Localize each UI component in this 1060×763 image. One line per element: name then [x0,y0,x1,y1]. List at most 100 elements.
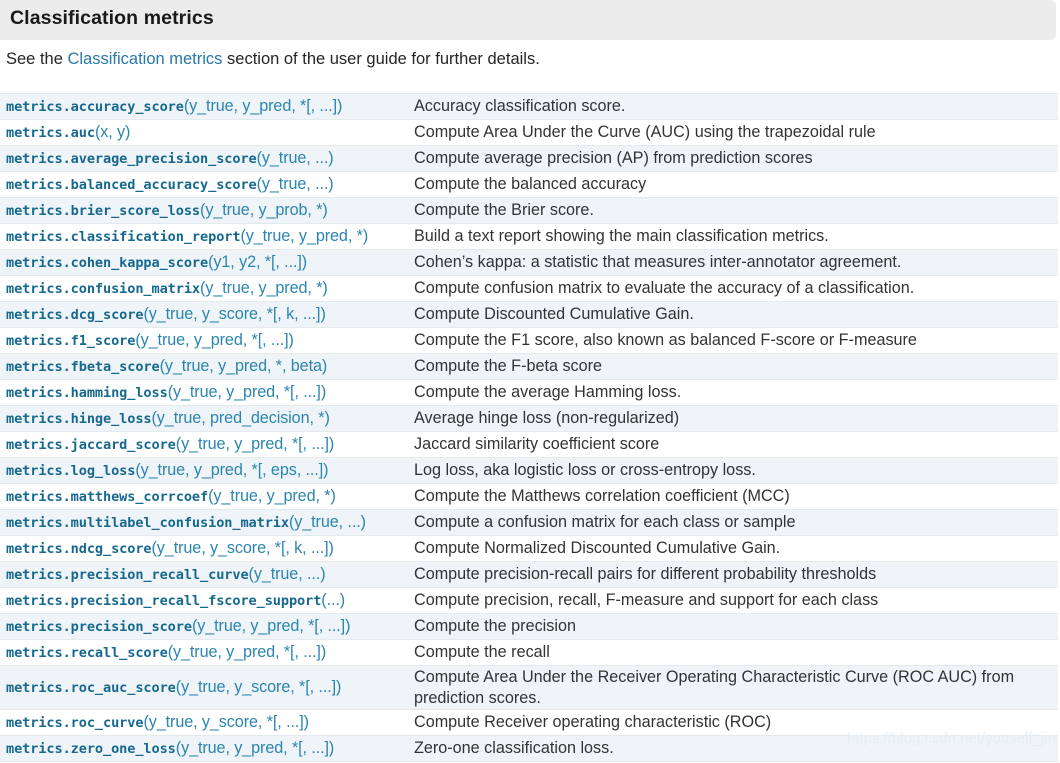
table-row: metrics.ndcg_score(y_true, y_score, *[, … [0,535,1058,562]
page-title: Classification metrics [10,7,214,29]
api-function-args: (y_true, y_score, *[, ...]) [175,678,342,696]
signature-cell: metrics.matthews_corrcoef(y_true, y_pred… [0,483,408,510]
signature-cell: metrics.average_precision_score(y_true, … [0,145,408,172]
api-function-link[interactable]: metrics.matthews_corrcoef [6,489,208,505]
api-function-args: (y_true, y_pred, *, beta) [159,357,328,375]
table-row: metrics.auc(x, y) Compute Area Under the … [0,119,1058,146]
api-function-args: (y_true, y_pred, *) [208,487,336,505]
api-function-link[interactable]: metrics.dcg_score [6,307,144,323]
api-function-link[interactable]: metrics.precision_score [6,619,192,635]
api-table-body: metrics.accuracy_score(y_true, y_pred, *… [0,93,1058,762]
api-function-link[interactable]: metrics.f1_score [6,333,135,349]
table-row: metrics.classification_report(y_true, y_… [0,223,1058,250]
signature-cell: metrics.hamming_loss(y_true, y_pred, *[,… [0,379,408,406]
api-function-link[interactable]: metrics.ndcg_score [6,541,152,557]
table-row: metrics.confusion_matrix(y_true, y_pred,… [0,275,1058,302]
intro-paragraph: See the Classification metrics section o… [6,50,540,69]
description-cell: Compute Area Under the Receiver Operatin… [408,665,1058,710]
description-cell: Compute the Matthews correlation coeffic… [408,483,1058,510]
signature-cell: metrics.recall_score(y_true, y_pred, *[,… [0,639,408,666]
table-row: metrics.precision_score(y_true, y_pred, … [0,613,1058,640]
user-guide-link[interactable]: Classification metrics [67,50,222,68]
api-function-args: (y_true, ...) [256,149,334,167]
api-function-args: (y_true, y_score, *[, ...]) [143,713,309,731]
api-function-args: (y_true, y_pred, *[, ...]) [167,383,327,401]
api-function-link[interactable]: metrics.confusion_matrix [6,281,200,297]
signature-cell: metrics.precision_score(y_true, y_pred, … [0,613,408,640]
api-function-link[interactable]: metrics.log_loss [6,463,135,479]
api-function-link[interactable]: metrics.precision_recall_fscore_support [6,593,321,609]
description-cell: Compute the F-beta score [408,353,1058,380]
api-function-args: (y1, y2, *[, ...]) [208,253,308,271]
table-row: metrics.precision_recall_fscore_support(… [0,587,1058,614]
signature-cell: metrics.fbeta_score(y_true, y_pred, *, b… [0,353,408,380]
api-function-args: (y_true, y_pred, *) [200,279,328,297]
table-row: metrics.roc_auc_score(y_true, y_score, *… [0,665,1058,710]
api-function-link[interactable]: metrics.precision_recall_curve [6,567,249,583]
api-function-args: (y_true, y_pred, *[, ...]) [183,97,343,115]
api-function-args: (y_true, y_prob, *) [200,201,328,219]
description-cell: Compute Receiver operating characteristi… [408,709,1058,736]
description-cell: Compute Normalized Discounted Cumulative… [408,535,1058,562]
description-cell: Compute the recall [408,639,1058,666]
table-row: metrics.recall_score(y_true, y_pred, *[,… [0,639,1058,666]
api-function-link[interactable]: metrics.zero_one_loss [6,741,176,757]
description-cell: Build a text report showing the main cla… [408,223,1058,250]
api-reference-table: metrics.accuracy_score(y_true, y_pred, *… [0,93,1058,762]
signature-cell: metrics.hinge_loss(y_true, pred_decision… [0,405,408,432]
api-function-args: (y_true, y_pred, *[, ...]) [135,331,294,349]
api-function-link[interactable]: metrics.multilabel_confusion_matrix [6,515,289,531]
table-row: metrics.cohen_kappa_score(y1, y2, *[, ..… [0,249,1058,276]
signature-cell: metrics.zero_one_loss(y_true, y_pred, *[… [0,735,408,762]
description-cell: Log loss, aka logistic loss or cross-ent… [408,457,1058,484]
api-function-link[interactable]: metrics.accuracy_score [6,99,184,115]
description-cell: Compute the balanced accuracy [408,171,1058,198]
description-cell: Accuracy classification score. [408,93,1058,120]
signature-cell: metrics.precision_recall_curve(y_true, .… [0,561,408,588]
description-cell: Compute the Brier score. [408,197,1058,224]
api-function-link[interactable]: metrics.fbeta_score [6,359,160,375]
api-function-link[interactable]: metrics.cohen_kappa_score [6,255,208,271]
api-function-args: (x, y) [94,123,131,141]
api-function-args: (y_true, y_pred, *[, ...]) [167,643,327,661]
signature-cell: metrics.roc_curve(y_true, y_score, *[, .… [0,709,408,736]
signature-cell: metrics.log_loss(y_true, y_pred, *[, eps… [0,457,408,484]
api-function-link[interactable]: metrics.average_precision_score [6,151,257,167]
api-function-link[interactable]: metrics.brier_score_loss [6,203,200,219]
api-function-link[interactable]: metrics.jaccard_score [6,437,176,453]
description-cell: Compute confusion matrix to evaluate the… [408,275,1058,302]
table-row: metrics.precision_recall_curve(y_true, .… [0,561,1058,588]
api-function-link[interactable]: metrics.hamming_loss [6,385,168,401]
api-function-args: (y_true, ...) [248,565,326,583]
api-function-link[interactable]: metrics.hinge_loss [6,411,152,427]
api-function-link[interactable]: metrics.roc_auc_score [6,680,176,696]
api-function-args: (y_true, y_pred, *) [240,227,369,245]
intro-text-after: section of the user guide for further de… [222,50,540,68]
signature-cell: metrics.jaccard_score(y_true, y_pred, *[… [0,431,408,458]
api-function-args: (y_true, y_pred, *[, ...]) [175,739,335,757]
description-cell: Compute precision, recall, F-measure and… [408,587,1058,614]
api-function-link[interactable]: metrics.auc [6,125,95,141]
api-function-link[interactable]: metrics.balanced_accuracy_score [6,177,257,193]
table-row: metrics.brier_score_loss(y_true, y_prob,… [0,197,1058,224]
description-cell: Compute a confusion matrix for each clas… [408,509,1058,536]
description-cell: Compute precision-recall pairs for diffe… [408,561,1058,588]
table-row: metrics.hamming_loss(y_true, y_pred, *[,… [0,379,1058,406]
signature-cell: metrics.confusion_matrix(y_true, y_pred,… [0,275,408,302]
api-function-args: (y_true, y_score, *[, k, ...]) [151,539,334,557]
api-function-args: (y_true, y_pred, *[, ...]) [191,617,351,635]
table-row: metrics.accuracy_score(y_true, y_pred, *… [0,93,1058,120]
api-function-link[interactable]: metrics.recall_score [6,645,168,661]
table-row: metrics.dcg_score(y_true, y_score, *[, k… [0,301,1058,328]
signature-cell: metrics.accuracy_score(y_true, y_pred, *… [0,93,408,120]
description-cell: Compute average precision (AP) from pred… [408,145,1058,172]
description-cell: Compute the average Hamming loss. [408,379,1058,406]
api-function-link[interactable]: metrics.classification_report [6,229,241,245]
table-row: metrics.zero_one_loss(y_true, y_pred, *[… [0,735,1058,762]
api-function-link[interactable]: metrics.roc_curve [6,715,144,731]
table-row: metrics.matthews_corrcoef(y_true, y_pred… [0,483,1058,510]
table-row: metrics.jaccard_score(y_true, y_pred, *[… [0,431,1058,458]
signature-cell: metrics.multilabel_confusion_matrix(y_tr… [0,509,408,536]
description-cell: Compute the precision [408,613,1058,640]
description-cell: Cohen’s kappa: a statistic that measures… [408,249,1058,276]
